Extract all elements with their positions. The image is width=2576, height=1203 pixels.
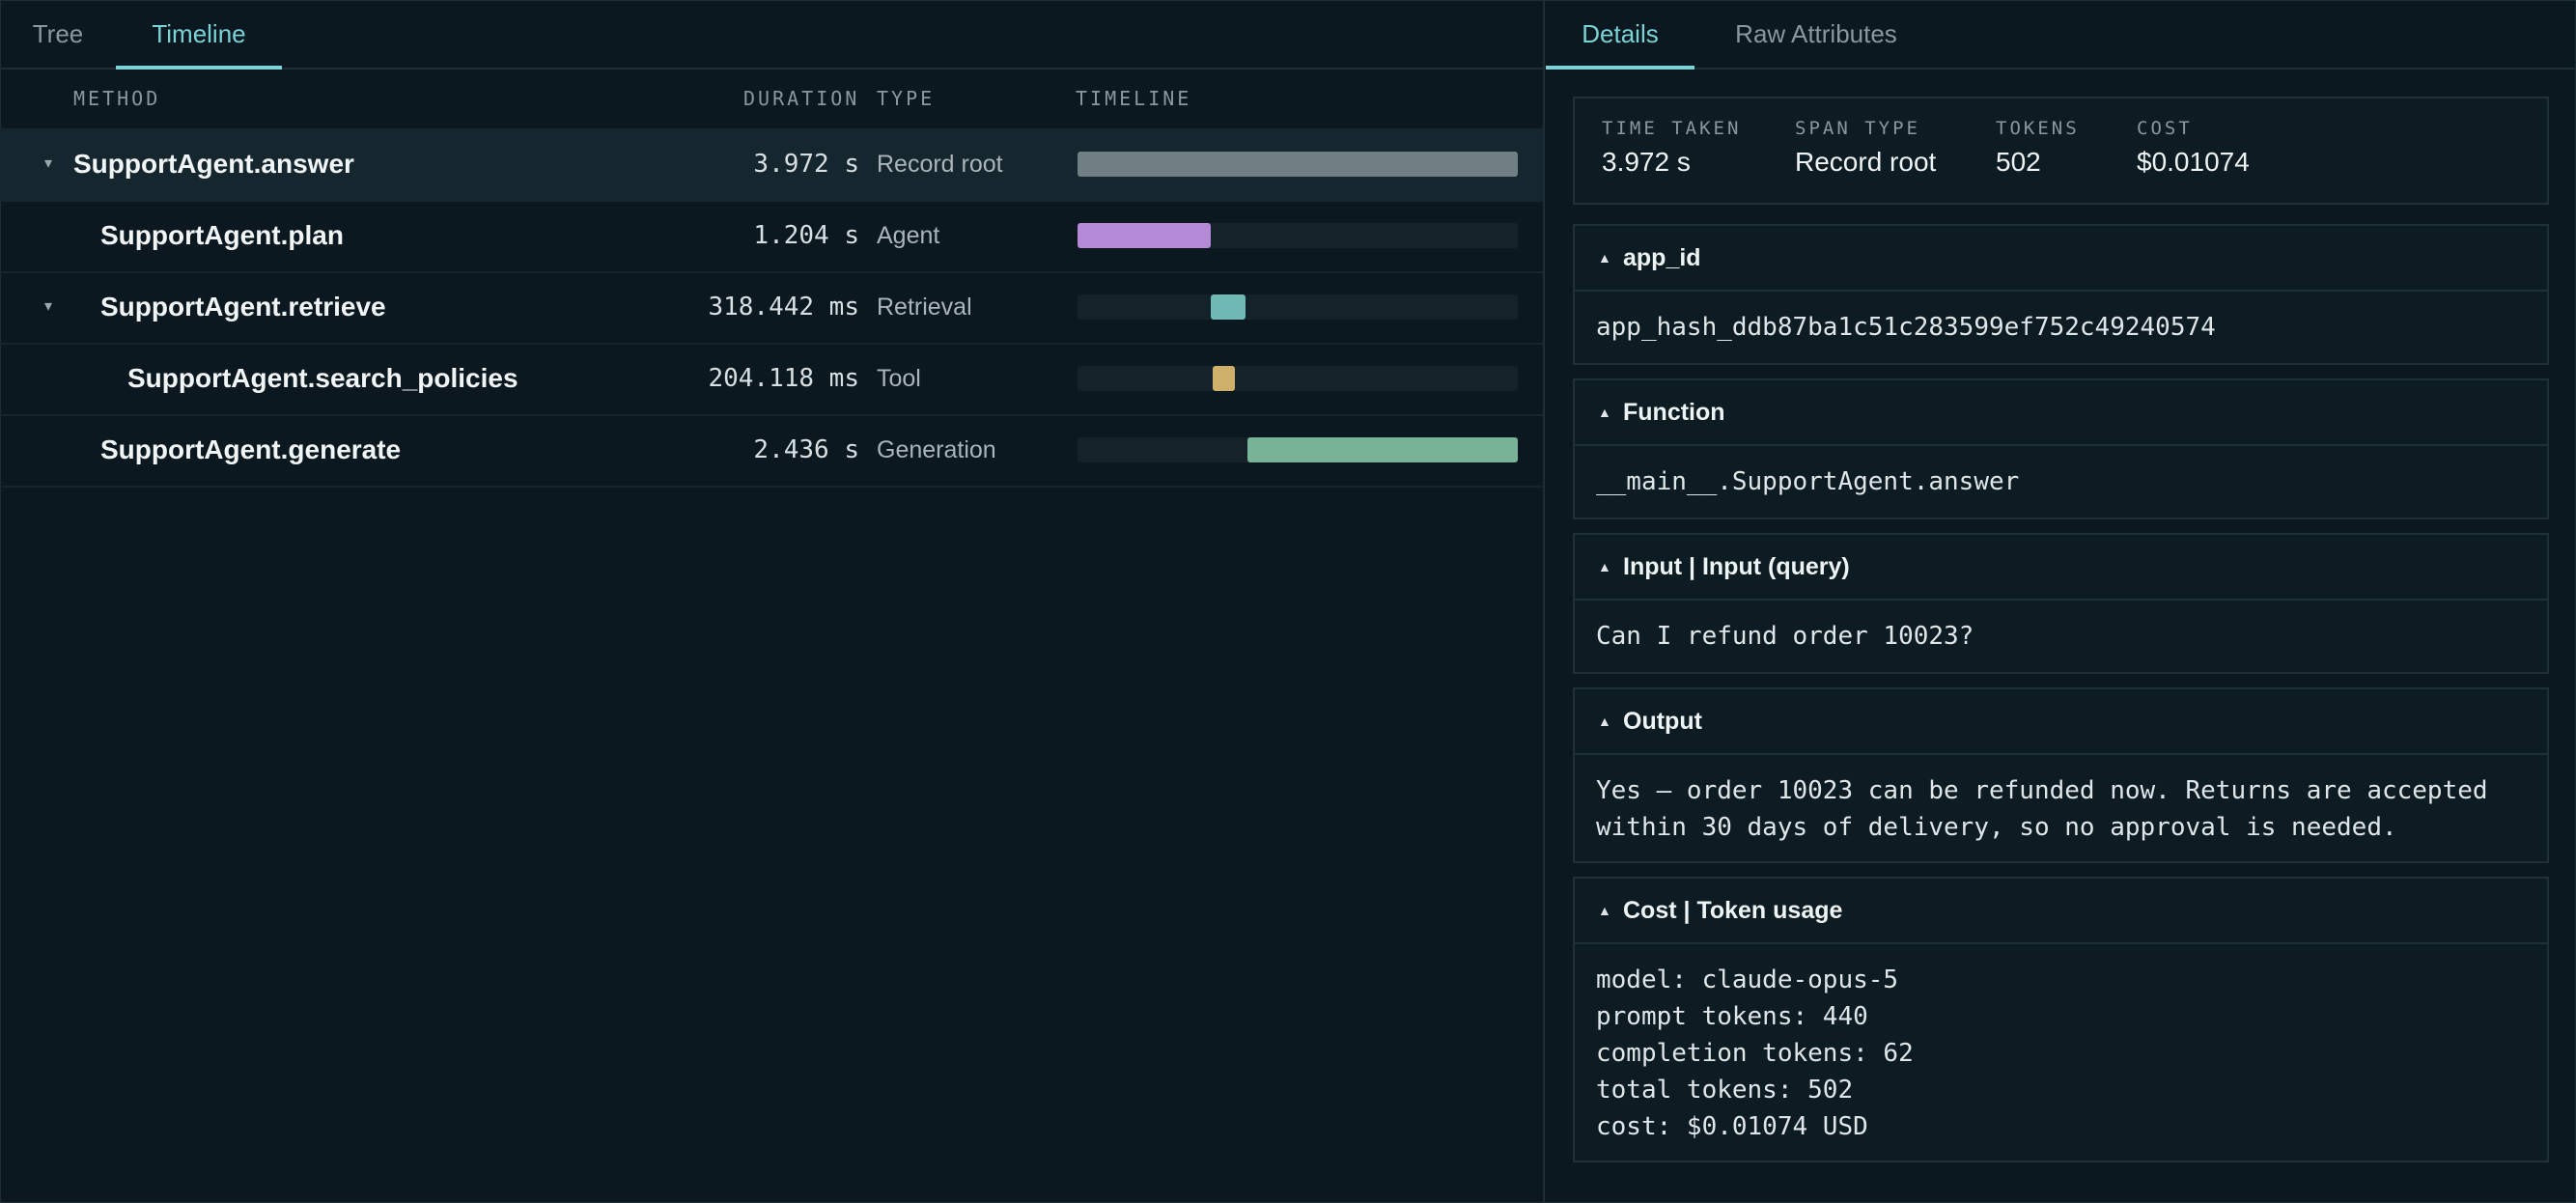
section-token-usage: ▲ Cost | Token usage model: claude-opus-… xyxy=(1573,877,2549,1162)
span-name: SupportAgent.retrieve xyxy=(100,292,386,322)
timeline-track xyxy=(1078,223,1518,248)
stat-value: Record root xyxy=(1795,147,1937,177)
timeline-bar[interactable] xyxy=(1078,223,1211,248)
timeline-bar[interactable] xyxy=(1247,437,1518,462)
section-header[interactable]: ▲ Function xyxy=(1575,380,2547,446)
span-type: Tool xyxy=(877,365,921,392)
collapse-triangle-icon[interactable]: ▲ xyxy=(1598,535,1611,599)
section-function: ▲ Function __main__.SupportAgent.answer xyxy=(1573,378,2549,519)
span-name: SupportAgent.answer xyxy=(73,149,354,179)
details-tabs: Details Raw Attributes xyxy=(1546,0,2576,70)
span-details-pane: Details Raw Attributes TIME TAKEN 3.972 … xyxy=(1546,0,2576,1203)
section-input: ▲ Input | Input (query) Can I refund ord… xyxy=(1573,533,2549,674)
timeline-bar[interactable] xyxy=(1211,294,1246,320)
span-duration: 204.118 ms xyxy=(708,364,859,393)
stat-label: TOKENS xyxy=(1996,118,2080,139)
span-row-search-policies[interactable]: SupportAgent.search_policies 204.118 ms … xyxy=(0,343,1543,416)
span-row-answer[interactable]: ▾ SupportAgent.answer 3.972 s Record roo… xyxy=(0,128,1543,202)
section-app-id: ▲ app_id app_hash_ddb87ba1c51c283599ef75… xyxy=(1573,224,2549,365)
span-row-generate[interactable]: SupportAgent.generate 2.436 s Generation xyxy=(0,414,1543,488)
section-title: Input | Input (query) xyxy=(1623,553,1850,580)
column-header-timeline[interactable]: TIMELINE xyxy=(1076,70,1191,127)
tab-tree[interactable]: Tree xyxy=(15,0,100,68)
span-summary: TIME TAKEN 3.972 s SPAN TYPE Record root… xyxy=(1573,97,2549,205)
section-output: ▲ Output Yes — order 10023 can be refund… xyxy=(1573,687,2549,863)
collapse-triangle-icon[interactable]: ▲ xyxy=(1598,226,1611,290)
section-title: Output xyxy=(1623,708,1702,735)
trace-timeline-pane: Tree Timeline METHOD DURATION TYPE TIMEL… xyxy=(0,0,1545,1203)
span-duration: 318.442 ms xyxy=(708,293,859,322)
collapse-caret-icon[interactable]: ▾ xyxy=(44,128,52,200)
section-header[interactable]: ▲ app_id xyxy=(1575,226,2547,292)
section-body: Can I refund order 10023? xyxy=(1596,622,1974,651)
section-body: model: claude-opus-5 prompt tokens: 440 … xyxy=(1596,965,1914,1141)
tab-timeline[interactable]: Timeline xyxy=(116,0,282,70)
section-body: app_hash_ddb87ba1c51c283599ef752c4924057… xyxy=(1596,313,2216,342)
stat-label: COST xyxy=(2137,118,2193,139)
timeline-track xyxy=(1078,437,1518,462)
section-body: __main__.SupportAgent.answer xyxy=(1596,467,2020,496)
timeline-bar[interactable] xyxy=(1078,152,1518,177)
span-type: Retrieval xyxy=(877,294,972,321)
timeline-track xyxy=(1078,366,1518,391)
section-body: Yes — order 10023 can be refunded now. R… xyxy=(1596,776,2488,842)
section-header[interactable]: ▲ Cost | Token usage xyxy=(1575,879,2547,944)
span-duration: 2.436 s xyxy=(753,435,859,464)
span-type: Generation xyxy=(877,436,996,463)
collapse-triangle-icon[interactable]: ▲ xyxy=(1598,879,1611,942)
stat-label: TIME TAKEN xyxy=(1602,118,1742,139)
section-title: app_id xyxy=(1623,244,1701,271)
timeline-track xyxy=(1078,294,1518,320)
stat-value: 502 xyxy=(1996,147,2041,177)
span-row-plan[interactable]: SupportAgent.plan 1.204 s Agent xyxy=(0,200,1543,273)
view-tabs: Tree Timeline xyxy=(0,0,1543,70)
span-duration: 3.972 s xyxy=(753,150,859,179)
stat-label: SPAN TYPE xyxy=(1795,118,1920,139)
span-row-retrieve[interactable]: ▾ SupportAgent.retrieve 318.442 ms Retri… xyxy=(0,271,1543,345)
section-header[interactable]: ▲ Output xyxy=(1575,689,2547,755)
timeline-bar[interactable] xyxy=(1213,366,1235,391)
span-name: SupportAgent.search_policies xyxy=(127,363,518,393)
stat-value: 3.972 s xyxy=(1602,147,1691,177)
collapse-caret-icon[interactable]: ▾ xyxy=(44,271,52,343)
section-title: Function xyxy=(1623,399,1725,426)
collapse-triangle-icon[interactable]: ▲ xyxy=(1598,689,1611,753)
column-header-method[interactable]: METHOD xyxy=(73,70,160,127)
timeline-track xyxy=(1078,152,1518,177)
span-name: SupportAgent.generate xyxy=(100,434,402,464)
tab-details[interactable]: Details xyxy=(1546,0,1694,70)
span-type: Agent xyxy=(877,222,940,249)
span-name: SupportAgent.plan xyxy=(100,220,344,250)
tab-raw-attributes[interactable]: Raw Attributes xyxy=(1710,0,1922,68)
column-header-duration[interactable]: DURATION xyxy=(743,70,859,127)
section-header[interactable]: ▲ Input | Input (query) xyxy=(1575,535,2547,601)
span-duration: 1.204 s xyxy=(753,221,859,250)
span-type: Record root xyxy=(877,151,1003,178)
stat-value: $0.01074 xyxy=(2137,147,2250,177)
section-title: Cost | Token usage xyxy=(1623,897,1843,924)
column-header-type[interactable]: TYPE xyxy=(877,70,935,127)
collapse-triangle-icon[interactable]: ▲ xyxy=(1598,380,1611,444)
